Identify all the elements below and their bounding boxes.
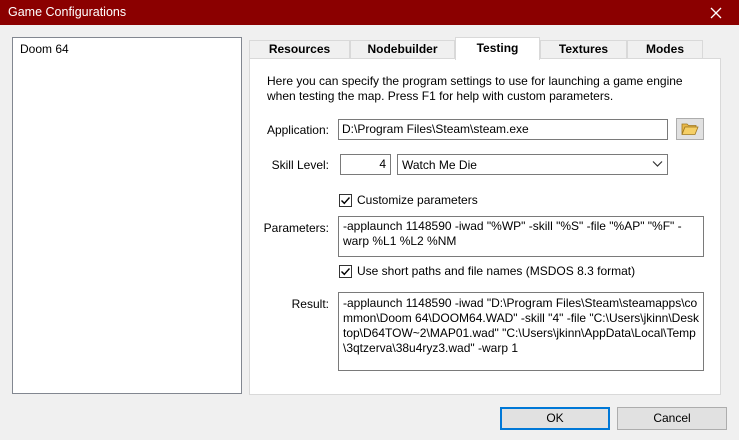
parameters-label: Parameters: (263, 221, 329, 235)
close-icon (710, 7, 722, 18)
tab-testing[interactable]: Testing (455, 37, 540, 60)
customize-parameters-label: Customize parameters (357, 193, 478, 207)
result-label: Result: (291, 297, 329, 311)
tab-textures[interactable]: Textures (540, 40, 627, 59)
game-config-list[interactable]: Doom 64 (12, 37, 242, 394)
window-title: Game Configurations (8, 5, 127, 19)
ok-button[interactable]: OK (500, 407, 610, 430)
list-item[interactable]: Doom 64 (20, 42, 69, 56)
application-label: Application: (266, 123, 329, 137)
tab-resources[interactable]: Resources (249, 40, 350, 59)
checkmark-icon (341, 196, 351, 204)
folder-open-icon (681, 123, 699, 135)
result-field: -applaunch 1148590 -iwad "D:\Program Fil… (338, 292, 704, 371)
close-button[interactable] (693, 0, 739, 25)
tab-modes[interactable]: Modes (627, 40, 703, 59)
parameters-field[interactable]: -applaunch 1148590 -iwad "%WP" -skill "%… (338, 216, 704, 257)
checkmark-icon (341, 267, 351, 275)
short-paths-checkbox[interactable] (339, 264, 352, 278)
skill-level-selected: Watch Me Die (402, 158, 477, 172)
chevron-down-icon (652, 161, 663, 167)
tab-nodebuilder[interactable]: Nodebuilder (350, 40, 455, 59)
customize-parameters-checkbox[interactable] (339, 193, 352, 207)
title-bar: Game Configurations (0, 0, 739, 25)
application-field[interactable]: D:\Program Files\Steam\steam.exe (338, 119, 668, 140)
customize-parameters-row[interactable]: Customize parameters (339, 193, 478, 207)
short-paths-label: Use short paths and file names (MSDOS 8.… (357, 264, 636, 278)
cancel-button[interactable]: Cancel (617, 407, 727, 430)
skill-level-number[interactable]: 4 (340, 154, 391, 175)
skill-level-label: Skill Level: (271, 158, 329, 172)
browse-button[interactable] (676, 118, 704, 140)
testing-description: Here you can specify the program setting… (267, 74, 683, 103)
skill-level-dropdown[interactable]: Watch Me Die (397, 154, 668, 175)
short-paths-row[interactable]: Use short paths and file names (MSDOS 8.… (339, 264, 635, 278)
tab-strip: Resources Nodebuilder Testing Textures M… (249, 37, 703, 60)
